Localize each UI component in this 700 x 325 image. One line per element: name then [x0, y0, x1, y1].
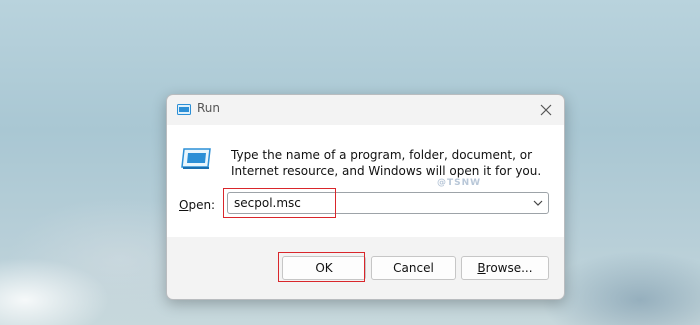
open-label-text: pen:	[188, 198, 216, 212]
title-bar[interactable]: Run	[167, 95, 564, 125]
desktop-background: Run Type the name of a program, folder, …	[0, 0, 700, 325]
ok-button[interactable]: OK	[282, 256, 366, 280]
dialog-description: Type the name of a program, folder, docu…	[231, 148, 542, 178]
browse-accelerator: B	[477, 261, 486, 275]
window-title: Run	[197, 101, 221, 115]
dialog-content: Type the name of a program, folder, docu…	[167, 125, 564, 237]
run-app-icon	[181, 148, 211, 169]
close-button[interactable]	[534, 99, 558, 121]
browse-button[interactable]: Browse...	[461, 256, 549, 280]
run-icon	[177, 104, 191, 115]
run-dialog: Run Type the name of a program, folder, …	[166, 94, 565, 300]
browse-label-text: rowse...	[485, 261, 533, 275]
cancel-button[interactable]: Cancel	[371, 256, 456, 280]
open-input[interactable]: secpol.msc	[234, 196, 301, 210]
open-combobox[interactable]: secpol.msc	[227, 192, 549, 214]
close-icon	[540, 104, 552, 116]
open-label: Open:	[179, 198, 215, 212]
chevron-down-icon[interactable]	[532, 196, 544, 210]
watermark: @TSNW	[437, 178, 482, 188]
